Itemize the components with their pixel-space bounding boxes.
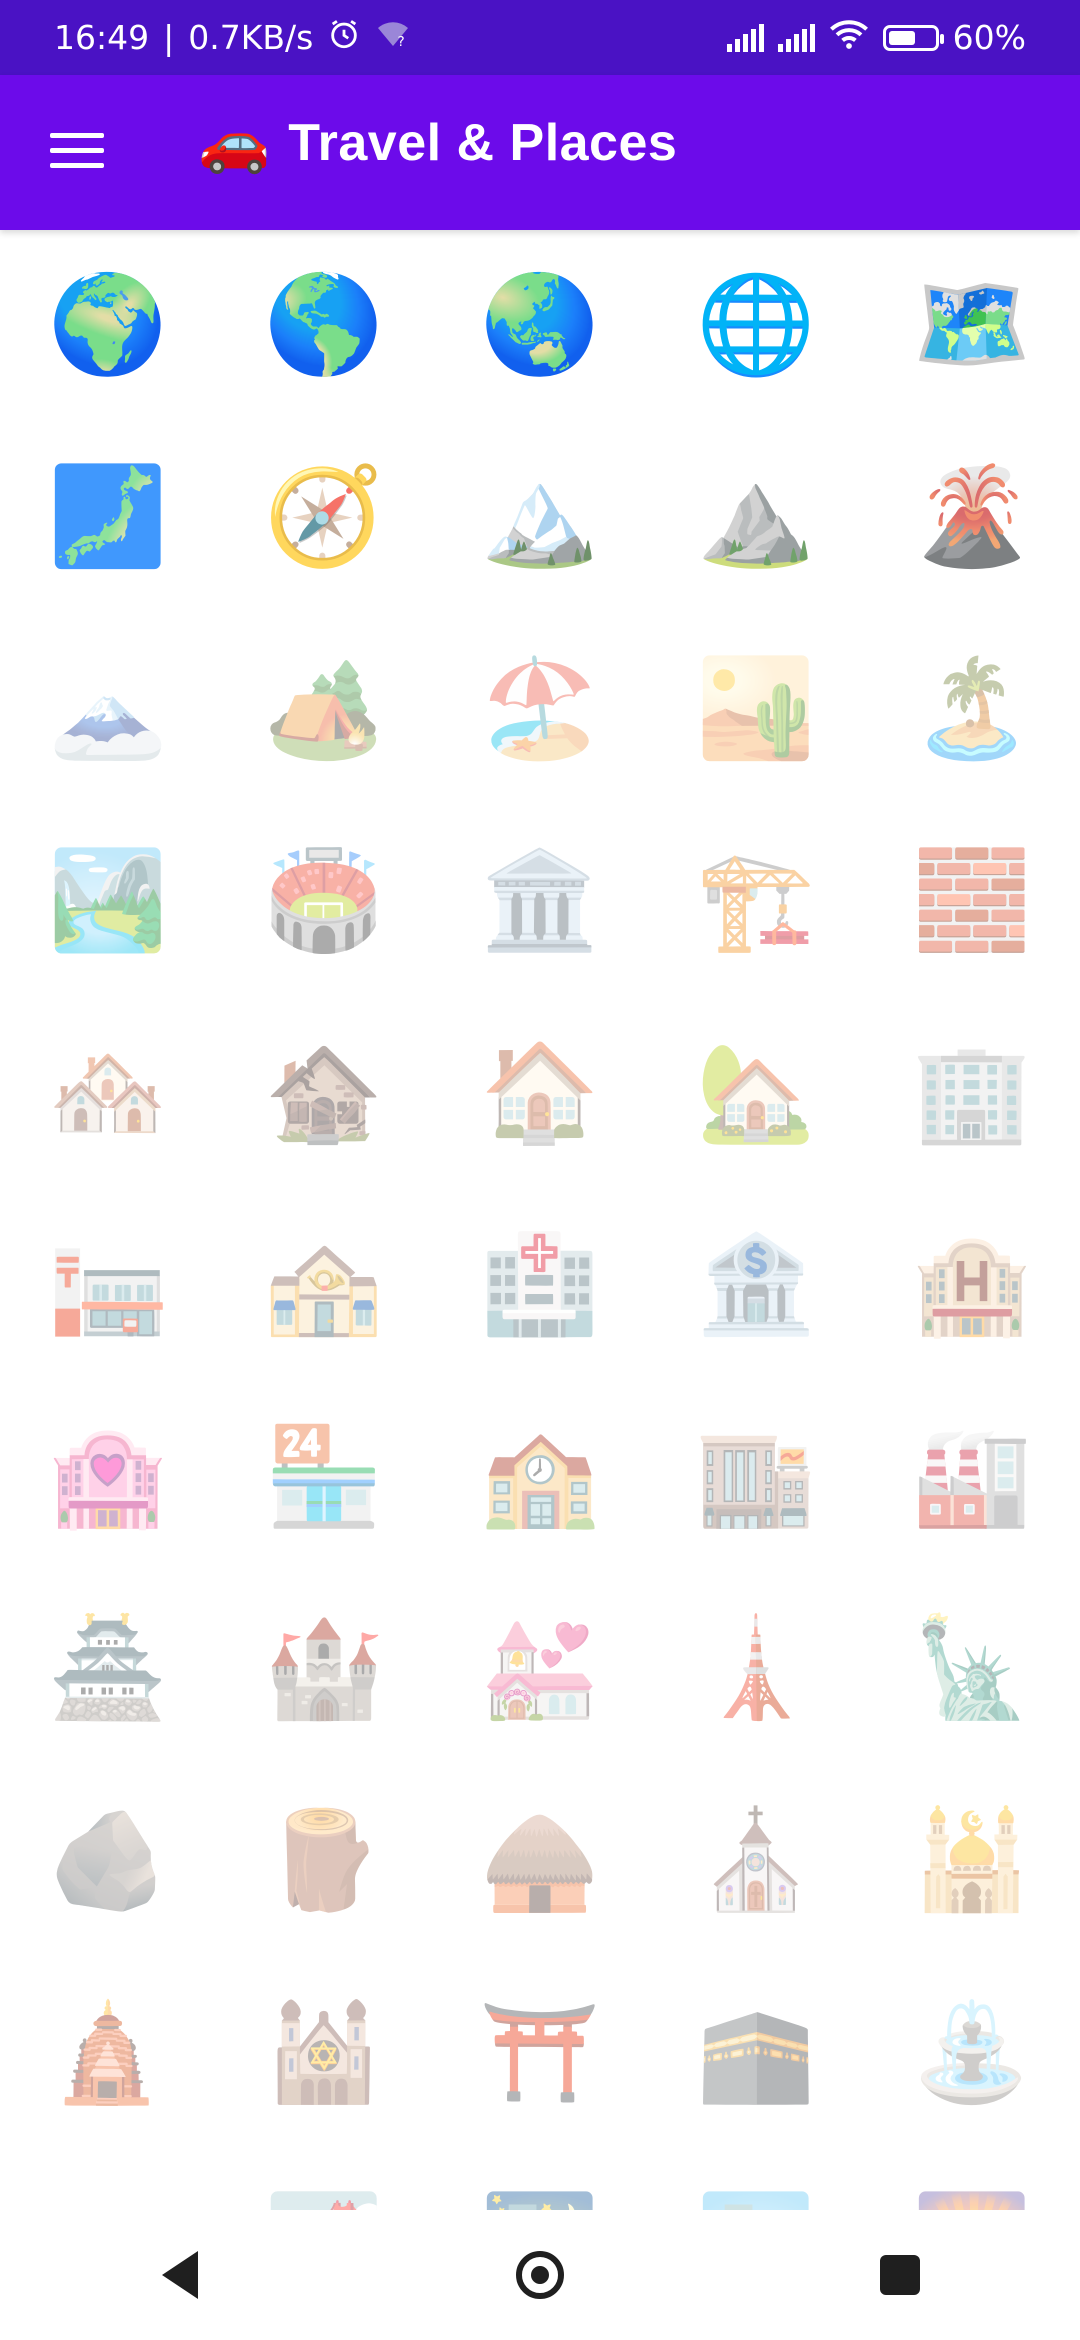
- page-title: 🚗 Travel & Places: [198, 113, 677, 173]
- emoji-item[interactable]: 🌍: [0, 232, 216, 421]
- wifi-question-icon: ?: [375, 18, 411, 57]
- emoji-grid: 🌍 🌎 🌏 🌐 🗺️ 🗾 🧭 🏔️ ⛰️ 🌋 🗻 🏕️ 🏖️ 🏜️ 🏝️ 🏞️ 🏟️ 🏛️ 🏗️ 🧱 🏘️ 🏚️ 🏠 🏡 🏢 🏣 🏤…: [0, 232, 1080, 2211]
- emoji-item[interactable]: 🏬: [648, 1381, 864, 1573]
- emoji-item[interactable]: 🕋: [648, 1957, 864, 2149]
- emoji-item[interactable]: 🏢: [864, 997, 1080, 1189]
- emoji-item[interactable]: 🌐: [648, 232, 864, 421]
- status-net-speed: 0.7KB/s: [188, 18, 314, 57]
- emoji-item[interactable]: 🏤: [216, 1189, 432, 1381]
- emoji-item[interactable]: 🪨: [0, 1765, 216, 1957]
- emoji-item[interactable]: 🏛️: [432, 805, 648, 997]
- home-icon: [516, 2251, 564, 2299]
- emoji-item[interactable]: 🕌: [864, 1765, 1080, 1957]
- emoji-item[interactable]: 🏭: [864, 1381, 1080, 1573]
- emoji-item[interactable]: 🏡: [648, 997, 864, 1189]
- emoji-item[interactable]: ⛲: [864, 1957, 1080, 2149]
- emoji-item[interactable]: 🏙️: [648, 2149, 864, 2211]
- home-button[interactable]: [500, 2235, 580, 2315]
- emoji-item[interactable]: 🏩: [0, 1381, 216, 1573]
- emoji-item[interactable]: 🕍: [216, 1957, 432, 2149]
- status-bar: 16:49 | 0.7KB/s ? 60%: [0, 0, 1080, 75]
- emoji-item[interactable]: 🏟️: [216, 805, 432, 997]
- emoji-item[interactable]: 🏕️: [216, 613, 432, 805]
- emoji-item[interactable]: 🌃: [432, 2149, 648, 2211]
- emoji-item[interactable]: ⛩️: [432, 1957, 648, 2149]
- back-button[interactable]: [140, 2235, 220, 2315]
- emoji-item[interactable]: 🪵: [216, 1765, 432, 1957]
- emoji-item[interactable]: 🛕: [0, 1957, 216, 2149]
- emoji-item[interactable]: 🏚️: [216, 997, 432, 1189]
- back-icon: [162, 2251, 198, 2299]
- emoji-item[interactable]: 💒: [432, 1573, 648, 1765]
- emoji-item[interactable]: 🗽: [864, 1573, 1080, 1765]
- emoji-item[interactable]: 🗼: [648, 1573, 864, 1765]
- emoji-item[interactable]: 🗺️: [864, 232, 1080, 421]
- emoji-item[interactable]: 🏦: [648, 1189, 864, 1381]
- emoji-item[interactable]: 🧱: [864, 805, 1080, 997]
- svg-text:?: ?: [398, 34, 405, 49]
- signal-icon-2: [777, 23, 815, 52]
- emoji-item[interactable]: 🏞️: [0, 805, 216, 997]
- emoji-item[interactable]: 🌋: [864, 421, 1080, 613]
- emoji-item[interactable]: 🏗️: [648, 805, 864, 997]
- emoji-item[interactable]: 🛖: [432, 1765, 648, 1957]
- emoji-item[interactable]: 🏘️: [0, 997, 216, 1189]
- emoji-item[interactable]: 🏥: [432, 1189, 648, 1381]
- emoji-item[interactable]: 🏪: [216, 1381, 432, 1573]
- battery-percent: 60%: [952, 18, 1026, 57]
- emoji-item[interactable]: 🏝️: [864, 613, 1080, 805]
- emoji-item[interactable]: 🏜️: [648, 613, 864, 805]
- battery-icon: [882, 24, 944, 51]
- app-bar: 🚗 Travel & Places: [0, 75, 1080, 230]
- menu-icon[interactable]: [50, 133, 104, 173]
- page-title-text: Travel & Places: [288, 114, 678, 172]
- emoji-item[interactable]: 🏣: [0, 1189, 216, 1381]
- emoji-item[interactable]: 🏰: [216, 1573, 432, 1765]
- signal-icon: [726, 23, 764, 52]
- emoji-item[interactable]: ⛺: [0, 2149, 216, 2211]
- emoji-item[interactable]: 🌏: [432, 232, 648, 421]
- emoji-item[interactable]: 🧭: [216, 421, 432, 613]
- emoji-item[interactable]: 🏨: [864, 1189, 1080, 1381]
- status-separator: |: [163, 18, 175, 57]
- emoji-item[interactable]: 🏠: [432, 997, 648, 1189]
- emoji-item[interactable]: ⛰️: [648, 421, 864, 613]
- emoji-item[interactable]: 🌎: [216, 232, 432, 421]
- emoji-item[interactable]: 🏯: [0, 1573, 216, 1765]
- car-icon: 🚗: [198, 110, 271, 175]
- emoji-item[interactable]: 🗻: [0, 613, 216, 805]
- recents-icon: [880, 2255, 920, 2295]
- emoji-item[interactable]: 🗾: [0, 421, 216, 613]
- emoji-item[interactable]: ⛪: [648, 1765, 864, 1957]
- emoji-item[interactable]: 🏫: [432, 1381, 648, 1573]
- navigation-bar: [0, 2210, 1080, 2340]
- emoji-item[interactable]: 🏔️: [432, 421, 648, 613]
- recents-button[interactable]: [860, 2235, 940, 2315]
- alarm-icon: [327, 17, 361, 59]
- emoji-item[interactable]: 🌄: [864, 2149, 1080, 2211]
- emoji-item[interactable]: 🏖️: [432, 613, 648, 805]
- emoji-item[interactable]: 🌁: [216, 2149, 432, 2211]
- wifi-icon: [829, 18, 869, 58]
- status-time: 16:49: [54, 18, 150, 57]
